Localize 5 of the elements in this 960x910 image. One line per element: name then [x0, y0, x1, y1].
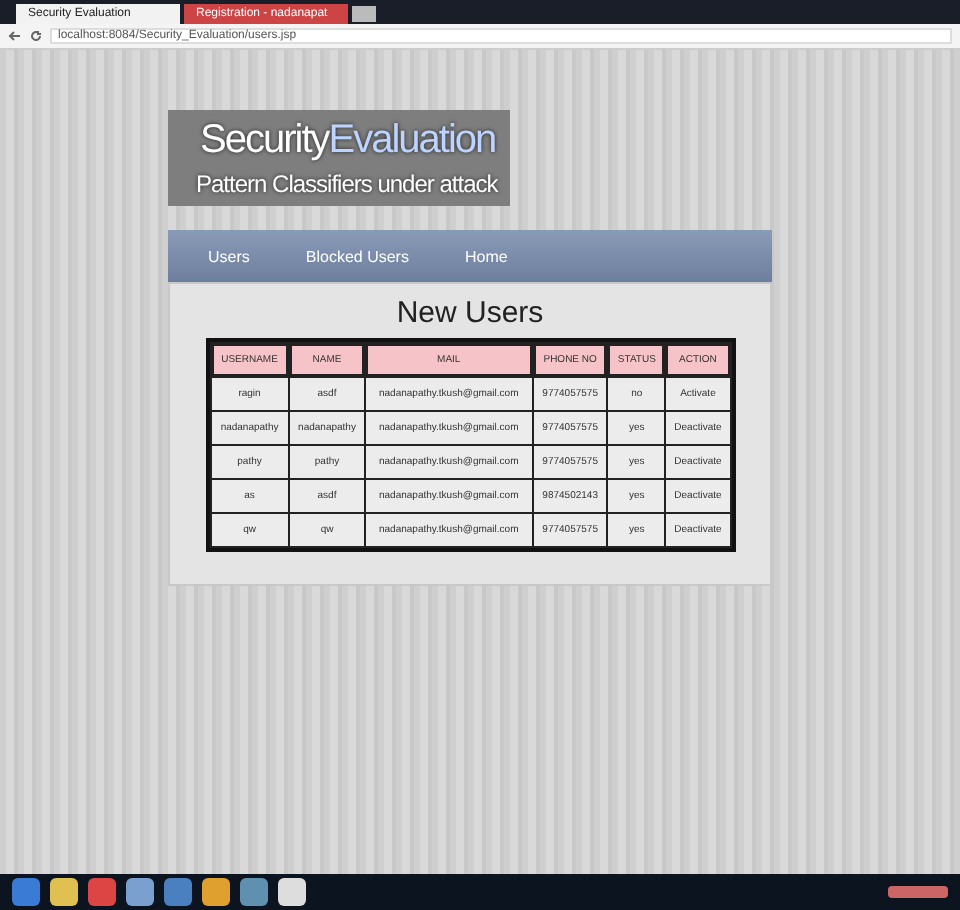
site-subtitle: Pattern Classifiers under attack — [194, 170, 498, 198]
back-arrow-icon[interactable] — [8, 30, 22, 42]
site-title: SecurityEvaluation — [198, 118, 498, 164]
table-title: New Users — [396, 296, 544, 330]
refresh-icon[interactable] — [30, 30, 42, 42]
